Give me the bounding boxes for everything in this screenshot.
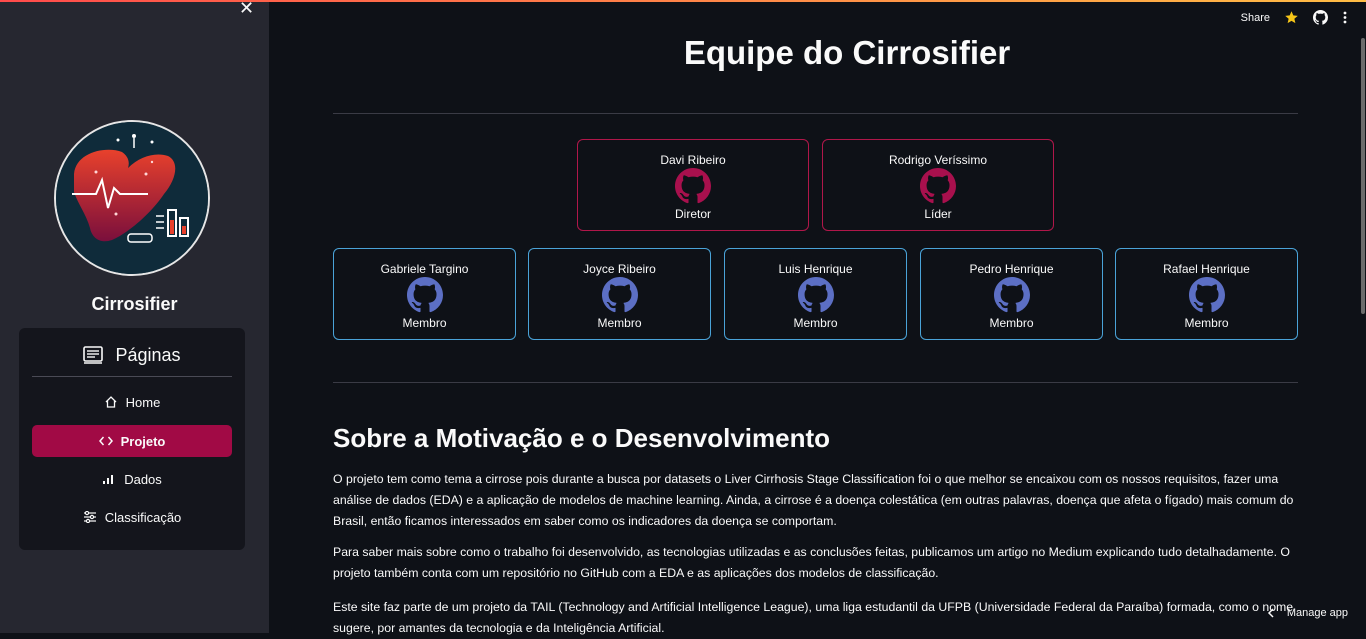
member-name: Luis Henrique (778, 262, 853, 276)
nav-item-classificacao[interactable]: Classificação (32, 501, 232, 533)
member-name: Davi Ribeiro (660, 153, 726, 167)
sliders-icon (83, 511, 96, 523)
sidebar: ✕ Cirrosifier Páginas Home Projeto Dados… (0, 0, 269, 633)
nav-item-label: Classificação (104, 509, 182, 525)
team-card-member: Luis Henrique Membro (724, 248, 907, 340)
pages-nav: Páginas Home Projeto Dados Classificação (19, 328, 245, 550)
github-icon[interactable] (675, 168, 711, 204)
more-vertical-icon[interactable] (1342, 10, 1348, 25)
pages-icon (83, 346, 104, 364)
manage-app-label: Manage app (1286, 607, 1348, 619)
github-icon[interactable] (920, 168, 956, 204)
member-name: Gabriele Targino (380, 262, 469, 276)
top-gradient-bar (0, 0, 1366, 2)
nav-header: Páginas (19, 342, 245, 368)
section-title: Sobre a Motivação e o Desenvolvimento (333, 423, 831, 453)
paragraph-motivation: O projeto tem como tema a cirrose pois d… (333, 472, 1294, 528)
nav-item-dados[interactable]: Dados (32, 463, 232, 495)
member-name: Joyce Ribeiro (583, 262, 656, 276)
nav-divider (32, 376, 232, 377)
page-title: Equipe do Cirrosifier (683, 34, 1011, 71)
member-role: Diretor (674, 207, 711, 221)
nav-item-projeto[interactable]: Projeto (32, 425, 232, 457)
share-button[interactable]: Share (1241, 12, 1270, 24)
bar-chart-icon (103, 475, 114, 484)
liver-logo (56, 122, 208, 274)
member-role: Membro (597, 316, 642, 330)
github-icon[interactable] (1313, 10, 1328, 25)
chevron-left-icon (1267, 608, 1274, 618)
member-role: Líder (924, 207, 952, 221)
nav-item-home[interactable]: Home (32, 386, 232, 418)
team-card-member: Gabriele Targino Membro (333, 248, 516, 340)
home-icon (105, 396, 117, 408)
github-icon[interactable] (406, 277, 443, 313)
nav-header-label: Páginas (115, 344, 181, 365)
member-role: Membro (989, 316, 1034, 330)
team-card-member: Joyce Ribeiro Membro (528, 248, 711, 340)
nav-item-label: Dados (124, 471, 162, 487)
manage-app-button[interactable]: Manage app (1267, 607, 1348, 619)
member-name: Rafael Henrique (1163, 262, 1250, 276)
paragraph-development: Para saber mais sobre como o trabalho fo… (333, 545, 1290, 580)
github-icon[interactable] (993, 277, 1030, 313)
divider (333, 382, 1298, 383)
nav-item-label: Home (125, 394, 161, 410)
code-icon (98, 436, 113, 446)
main-content: Share Equipe do Cirrosifier Davi Ribeiro… (269, 0, 1366, 635)
team-card-lead: Davi Ribeiro Diretor (577, 139, 809, 231)
nav-item-label: Projeto (120, 433, 166, 449)
scrollbar[interactable] (1361, 38, 1365, 314)
app-title: Cirrosifier (91, 294, 178, 314)
divider (333, 113, 1298, 114)
close-icon[interactable]: ✕ (239, 0, 254, 17)
member-role: Membro (793, 316, 838, 330)
github-icon[interactable] (797, 277, 834, 313)
member-name: Pedro Henrique (969, 262, 1054, 276)
github-icon[interactable] (601, 277, 638, 313)
member-name: Rodrigo Veríssimo (888, 153, 988, 167)
team-card-member: Pedro Henrique Membro (920, 248, 1103, 340)
star-icon[interactable] (1284, 10, 1299, 25)
github-icon[interactable] (1188, 277, 1225, 313)
app-logo (54, 120, 210, 276)
team-card-member: Rafael Henrique Membro (1115, 248, 1298, 340)
team-card-lead: Rodrigo Veríssimo Líder (822, 139, 1054, 231)
member-role: Membro (402, 316, 447, 330)
toolbar: Share (1241, 10, 1348, 25)
member-role: Membro (1184, 316, 1229, 330)
